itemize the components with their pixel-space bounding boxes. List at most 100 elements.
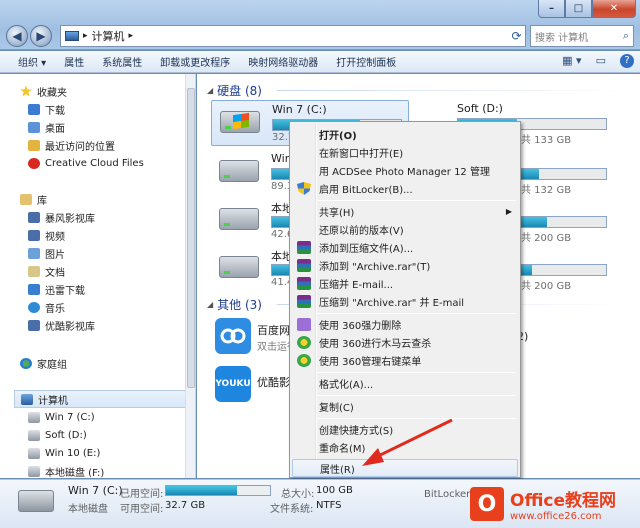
menu-label: 重命名(M) (319, 443, 366, 455)
nav-favorites[interactable]: 收藏夹 (20, 82, 195, 100)
nav-homegroup[interactable]: 家庭组 (20, 354, 195, 372)
address-bar[interactable]: ▸ 计算机 ▸ (60, 25, 526, 47)
menu-add-archive[interactable]: 添加到压缩文件(A)... (292, 238, 518, 256)
group-header-hdd[interactable]: ◢ 硬盘 (8) (207, 82, 262, 99)
details-usage-fill (166, 486, 237, 495)
menu-360-delete[interactable]: 使用 360强力删除 (292, 315, 518, 333)
nav-label: Win 7 (C:) (45, 411, 95, 423)
creative-cloud-icon (28, 157, 40, 169)
details-usage-bar (165, 485, 271, 496)
menu-label: 压缩到 "Archive.rar" 并 E-mail (319, 297, 465, 309)
watermark: O Office教程网 www.office26.com (470, 480, 640, 528)
toolbar-properties[interactable]: 属性 (55, 54, 93, 69)
nav-pictures[interactable]: 图片 (28, 244, 195, 262)
nav-downloads[interactable]: 下载 (28, 100, 195, 118)
nav-label: 音乐 (45, 303, 65, 315)
nav-drive-e[interactable]: Win 10 (E:) (28, 444, 195, 462)
search-input[interactable]: 搜索 计算机 ⌕ (530, 25, 634, 47)
menu-label: 复制(C) (319, 402, 354, 414)
menu-separator (318, 313, 516, 314)
details-total-value: 100 GB (316, 485, 353, 496)
menu-label: 还原以前的版本(V) (319, 225, 404, 237)
details-type: 本地磁盘 (68, 504, 108, 515)
nav-music[interactable]: 音乐 (28, 298, 195, 316)
nav-creative-cloud[interactable]: Creative Cloud Files (28, 154, 195, 172)
library-icon (20, 193, 32, 205)
nav-recent[interactable]: 最近访问的位置 (28, 136, 195, 154)
maximize-button[interactable]: □ (565, 0, 592, 18)
menu-label: 使用 360管理右键菜单 (319, 356, 422, 368)
menu-360-manage[interactable]: 使用 360管理右键菜单 (292, 351, 518, 369)
details-used-label: 已用空间: (120, 489, 164, 500)
winrar-icon (297, 277, 311, 290)
nav-label: 库 (37, 195, 47, 207)
details-name: Win 7 (C:) (68, 484, 123, 497)
toolbar-uninstall[interactable]: 卸载或更改程序 (151, 54, 239, 69)
toolbar-map-drive[interactable]: 映射网络驱动器 (239, 54, 327, 69)
shield-icon (297, 182, 311, 195)
watermark-text: Office教程网 www.office26.com (510, 486, 616, 522)
nav-baofeng[interactable]: 暴风影视库 (28, 208, 195, 226)
close-button[interactable]: ✕ (592, 0, 636, 18)
baidu-netdisk-icon[interactable] (215, 318, 251, 354)
nav-label: 迅雷下载 (45, 285, 85, 297)
menu-properties[interactable]: 属性(R) (292, 459, 518, 477)
group-label: 硬盘 (8) (217, 84, 262, 98)
menu-share[interactable]: 共享(H) ▶ (292, 202, 518, 220)
nav-drive-c[interactable]: Win 7 (C:) (28, 408, 195, 426)
minimize-button[interactable]: – (538, 0, 565, 18)
toolbar-organize[interactable]: 组织 ▾ (0, 54, 55, 69)
menu-separator (318, 200, 516, 201)
winrar-icon (297, 295, 311, 308)
computer-icon (21, 393, 33, 405)
menu-copy[interactable]: 复制(C) (292, 397, 518, 415)
preview-pane-icon[interactable]: ▭ (596, 54, 606, 68)
menu-acdsee[interactable]: 用 ACDSee Photo Manager 12 管理 (292, 161, 518, 179)
youku-app-icon[interactable]: YOUKU (215, 366, 251, 402)
nav-scrollbar[interactable] (185, 74, 195, 478)
back-button[interactable]: ◀ (6, 25, 28, 47)
drive-icon (28, 411, 40, 423)
youku-library-icon (28, 319, 40, 331)
menu-compress-rar-email[interactable]: 压缩到 "Archive.rar" 并 E-mail (292, 292, 518, 310)
refresh-button[interactable]: ⟳ (507, 25, 526, 47)
menu-compress-email[interactable]: 压缩并 E-mail... (292, 274, 518, 292)
menu-rename[interactable]: 重命名(M) (292, 438, 518, 456)
toolbar-system-properties[interactable]: 系统属性 (93, 54, 151, 69)
menu-create-shortcut[interactable]: 创建快捷方式(S) (292, 420, 518, 438)
toolbar-control-panel[interactable]: 打开控制面板 (327, 54, 405, 69)
menu-add-rar[interactable]: 添加到 "Archive.rar"(T) (292, 256, 518, 274)
menu-open[interactable]: 打开(O) (292, 125, 518, 143)
nav-youku[interactable]: 优酷影视库 (28, 316, 195, 334)
menu-bitlocker[interactable]: 启用 BitLocker(B)... (292, 179, 518, 197)
nav-documents[interactable]: 文档 (28, 262, 195, 280)
menu-separator (318, 372, 516, 373)
menu-360-scan[interactable]: 使用 360进行木马云查杀 (292, 333, 518, 351)
nav-desktop[interactable]: 桌面 (28, 118, 195, 136)
office-logo-icon: O (470, 487, 504, 521)
details-free-value: 32.7 GB (165, 500, 206, 511)
nav-label: Win 10 (E:) (45, 447, 101, 459)
details-total-label: 总大小: (281, 489, 315, 500)
nav-drive-d[interactable]: Soft (D:) (28, 426, 195, 444)
nav-scrollbar-thumb[interactable] (187, 88, 195, 388)
nav-drive-f[interactable]: 本地磁盘 (F:) (28, 462, 195, 478)
submenu-arrow-icon: ▶ (505, 206, 512, 216)
context-menu: 打开(O) 在新窗口中打开(E) 用 ACDSee Photo Manager … (289, 121, 521, 478)
menu-format[interactable]: 格式化(A)... (292, 374, 518, 392)
nav-video[interactable]: 视频 (28, 226, 195, 244)
documents-icon (28, 265, 40, 277)
group-label: 其他 (3) (217, 298, 262, 312)
forward-button[interactable]: ▶ (30, 25, 52, 47)
window-controls: – □ ✕ (538, 0, 636, 18)
details-fs-value: NTFS (316, 500, 342, 511)
menu-restore-versions[interactable]: 还原以前的版本(V) (292, 220, 518, 238)
nav-xunlei[interactable]: 迅雷下载 (28, 280, 195, 298)
menu-open-new-window[interactable]: 在新窗口中打开(E) (292, 143, 518, 161)
group-header-other[interactable]: ◢ 其他 (3) (207, 296, 262, 313)
nav-computer[interactable]: 计算机 (14, 390, 195, 408)
view-options-icon[interactable]: ▦ ▾ (562, 54, 581, 68)
help-icon[interactable]: ? (620, 54, 634, 68)
toolbar-right: ▦ ▾ ▭ ? (562, 54, 634, 68)
nav-libraries[interactable]: 库 (20, 190, 195, 208)
